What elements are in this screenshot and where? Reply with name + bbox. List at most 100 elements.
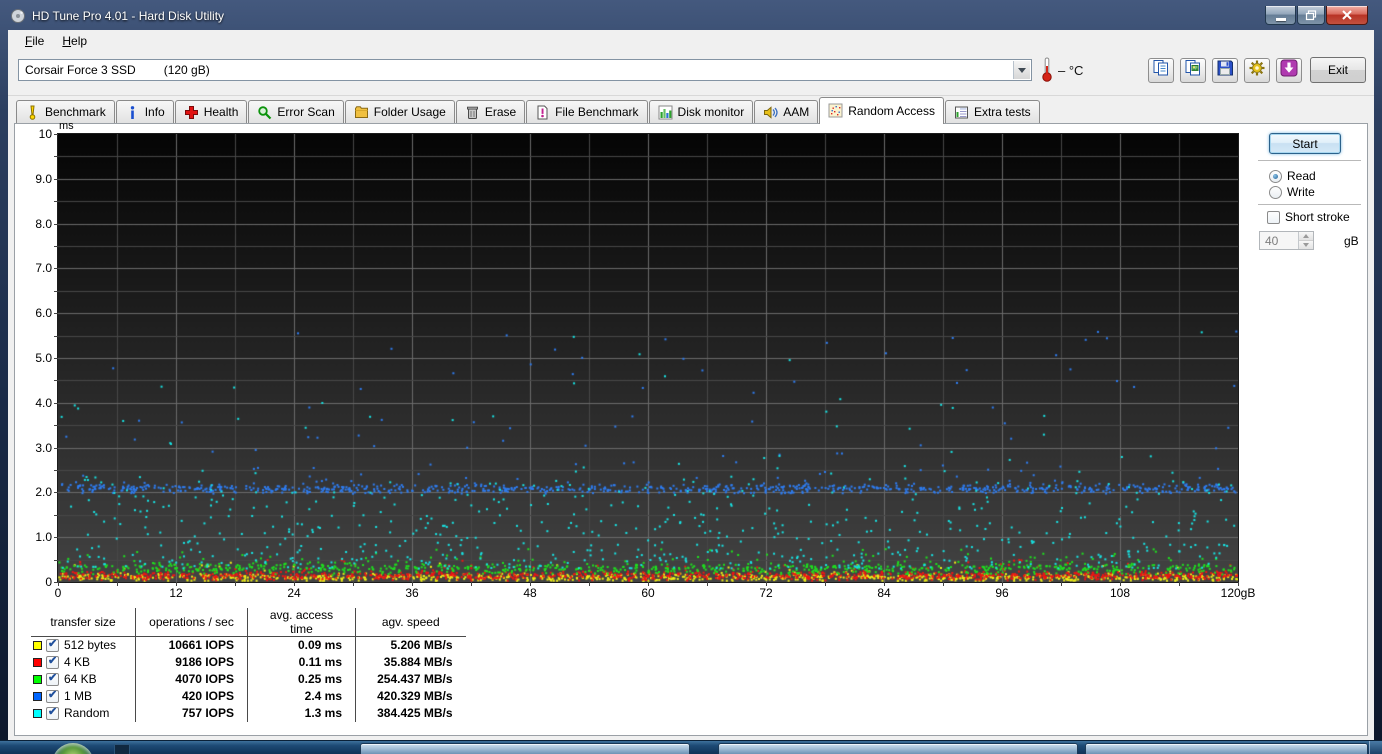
app-window: HD Tune Pro 4.01 - Hard Disk Utility Fil… <box>0 0 1382 740</box>
health-icon <box>184 105 199 120</box>
tab-erase[interactable]: Erase <box>455 100 526 123</box>
series-checkbox[interactable]: ✔ <box>46 655 59 669</box>
tab-error-scan[interactable]: Error Scan <box>248 100 344 123</box>
series-color-swatch <box>33 640 42 650</box>
tab-disk-monitor[interactable]: Disk monitor <box>648 100 754 123</box>
window-title: HD Tune Pro 4.01 - Hard Disk Utility <box>32 9 225 23</box>
tab-label: File Benchmark <box>555 105 639 119</box>
tab-label: Benchmark <box>45 105 106 119</box>
size-unit-label: gB <box>1344 234 1359 248</box>
x-axis-label: 96 <box>995 586 1009 600</box>
minimize-button[interactable] <box>1265 6 1296 25</box>
y-axis-label: 8.0 <box>35 216 52 231</box>
start-orb[interactable] <box>52 743 94 754</box>
series-checkbox[interactable]: ✔ <box>46 638 59 652</box>
separator <box>1258 160 1361 162</box>
table-row: ✔ 64 KB 4070 IOPS 0.25 ms 254.437 MB/s <box>31 670 466 688</box>
results-table: transfer size operations / sec avg. access… <box>31 608 466 722</box>
tab-random-access[interactable]: Random Access <box>819 97 944 124</box>
read-radio[interactable]: Read <box>1269 169 1316 183</box>
save-icon <box>1216 59 1234 82</box>
aam-icon <box>763 105 778 120</box>
y-axis-tick <box>54 268 58 270</box>
checkbox-icon <box>1267 210 1280 224</box>
file-benchmark-icon <box>535 105 550 120</box>
column-header-agv-speed: agv. speed <box>355 608 466 637</box>
taskbar-button[interactable] <box>718 743 1078 754</box>
tab-benchmark[interactable]: Benchmark <box>16 100 115 123</box>
show-desktop-button[interactable] <box>1369 741 1382 754</box>
series-checkbox[interactable]: ✔ <box>46 689 59 703</box>
x-axis-tick <box>589 582 590 586</box>
disk-monitor-icon <box>658 105 673 120</box>
x-axis-label: 60 <box>641 586 655 600</box>
y-axis-label: 9.0 <box>35 171 52 186</box>
copy-text-button[interactable] <box>1148 58 1174 83</box>
y-axis-tick <box>54 134 58 135</box>
taskbar-button[interactable] <box>1085 743 1368 754</box>
drive-select[interactable]: Corsair Force 3 SSD (120 gB) <box>18 59 1032 81</box>
transfer-size-label: 64 KB <box>64 672 97 686</box>
transfer-size-label: 1 MB <box>64 689 93 703</box>
exit-button[interactable]: Exit <box>1310 57 1366 83</box>
menu-file[interactable]: File <box>16 31 53 51</box>
y-axis-tick <box>54 290 58 292</box>
tab-extra-tests[interactable]: Extra tests <box>944 100 1040 123</box>
radio-icon <box>1269 169 1282 183</box>
options-gear-button[interactable] <box>1244 58 1270 83</box>
tab-health[interactable]: Health <box>174 100 248 123</box>
tab-info[interactable]: Info <box>115 100 174 123</box>
title-bar: HD Tune Pro 4.01 - Hard Disk Utility <box>0 0 1382 30</box>
taskbar <box>0 740 1382 754</box>
x-axis-tick <box>825 582 826 586</box>
write-radio[interactable]: Write <box>1269 185 1315 199</box>
restore-button[interactable] <box>1297 6 1325 25</box>
y-axis-tick <box>54 402 58 404</box>
taskbar-button[interactable] <box>360 743 690 754</box>
series-checkbox[interactable]: ✔ <box>46 672 59 686</box>
y-axis-label: 2.0 <box>35 485 52 500</box>
spinner-down-button[interactable] <box>1299 240 1313 249</box>
tab-label: Info <box>144 105 165 119</box>
erase-icon <box>465 105 480 120</box>
ops-value: 420 IOPS <box>135 687 248 705</box>
column-header-operations-sec: operations / sec <box>135 608 248 637</box>
x-axis-label: 0 <box>54 586 62 600</box>
y-axis-tick <box>54 358 58 359</box>
speed-value: 35.884 MB/s <box>355 653 466 671</box>
spinner-up-button[interactable] <box>1299 232 1313 240</box>
short-stroke-size-field[interactable]: 40 <box>1259 231 1314 250</box>
random-access-icon <box>828 103 843 118</box>
tab-folder-usage[interactable]: Folder Usage <box>344 100 455 123</box>
start-button[interactable]: Start <box>1269 133 1341 154</box>
y-axis-label: 1.0 <box>35 530 52 545</box>
save-button[interactable] <box>1212 58 1238 83</box>
access-time-value: 0.09 ms <box>247 636 356 654</box>
random-access-chart: ms 10 9.0 8.0 7.0 6.0 5.0 4.0 3.0 2.0 1.0 0 0 12 24 36… <box>35 120 1255 600</box>
short-stroke-checkbox[interactable]: Short stroke <box>1263 210 1350 224</box>
y-axis-label: 7.0 <box>35 261 52 276</box>
separator <box>1258 204 1361 206</box>
menu-help[interactable]: Help <box>53 31 96 51</box>
error-scan-icon <box>257 105 272 120</box>
benchmark-icon <box>25 105 40 120</box>
close-button[interactable] <box>1326 6 1368 25</box>
x-axis-label: 108 <box>1109 586 1131 600</box>
tab-file-benchmark[interactable]: File Benchmark <box>526 100 648 123</box>
chevron-down-icon[interactable] <box>1013 61 1030 79</box>
tab-aam[interactable]: AAM <box>754 100 819 123</box>
y-axis-label: 5.0 <box>35 351 52 365</box>
copy-image-icon <box>1184 59 1202 82</box>
x-axis-tick <box>1061 582 1062 586</box>
y-axis-tick <box>54 470 58 471</box>
taskbar-icon[interactable] <box>114 744 130 754</box>
column-header-transfer-size: transfer size <box>31 608 136 637</box>
series-checkbox[interactable]: ✔ <box>46 706 59 720</box>
access-time-value: 2.4 ms <box>247 687 356 705</box>
tab-label: AAM <box>783 105 810 119</box>
options-gear-icon <box>1248 59 1266 82</box>
copy-image-button[interactable] <box>1180 58 1206 83</box>
tab-label: Erase <box>484 105 517 119</box>
download-button[interactable] <box>1276 58 1302 83</box>
y-axis-tick <box>54 559 58 561</box>
